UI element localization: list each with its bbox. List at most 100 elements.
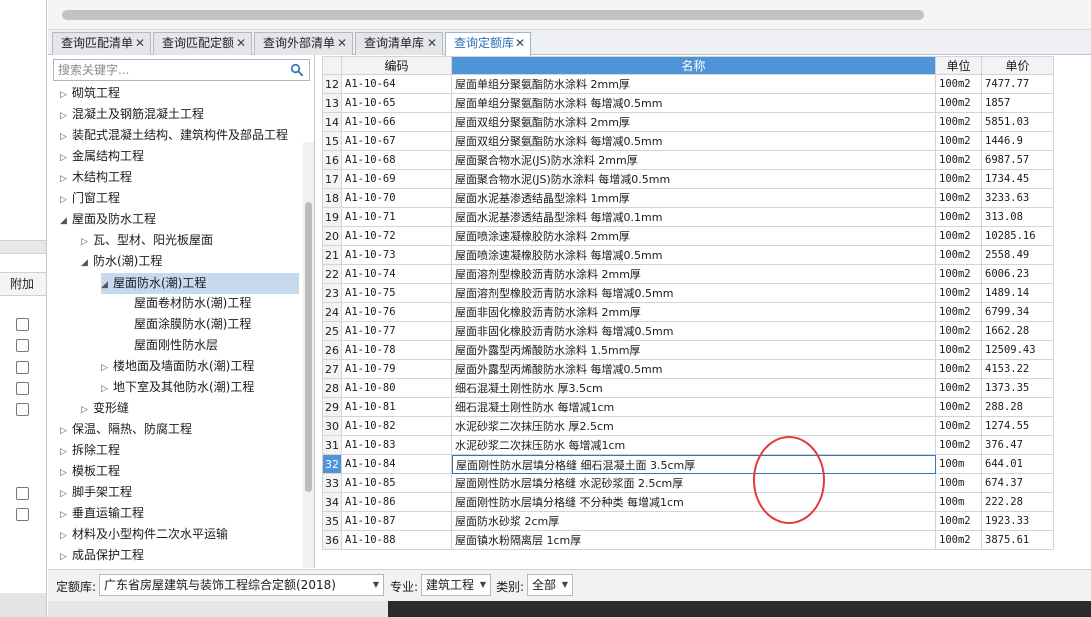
table-row[interactable]: 33 A1-10-85 屋面刚性防水层填分格缝 水泥砂浆面 2.5cm厚 100m 67… [322,474,1054,493]
unit-cell[interactable]: 100m2 [936,512,982,531]
unit-cell[interactable]: 100m2 [936,132,982,151]
quota-library-select[interactable]: 广东省房屋建筑与装饰工程综合定额(2018) ▼ [99,574,384,596]
code-cell[interactable]: A1-10-77 [342,322,452,341]
row-number[interactable]: 22 [322,265,342,284]
code-cell[interactable]: A1-10-74 [342,265,452,284]
tree-item-metal[interactable]: ▷ 金属结构工程 [60,146,144,167]
close-icon[interactable]: ✕ [515,33,525,54]
table-row[interactable]: 25 A1-10-77 屋面非固化橡胶沥青防水涂料 每增减0.5mm 100m2 166… [322,322,1054,341]
tree-item-roof-membrane[interactable]: 屋面卷材防水(潮)工程 [134,293,251,314]
row-number[interactable]: 25 [322,322,342,341]
name-cell[interactable]: 细石混凝土刚性防水 厚3.5cm [452,379,936,398]
row-number[interactable]: 31 [322,436,342,455]
unit-cell[interactable]: 100m2 [936,265,982,284]
code-cell[interactable]: A1-10-86 [342,493,452,512]
category-select[interactable]: 全部 ▼ [527,574,573,596]
unit-cell[interactable]: 100m2 [936,398,982,417]
price-cell[interactable]: 1489.14 [982,284,1054,303]
tree-item-basement-waterproof[interactable]: ▷ 地下室及其他防水(潮)工程 [101,377,254,398]
tree-item-roof-waterproofing[interactable]: ◢ 屋面防水(潮)工程 [101,273,299,294]
unit-cell[interactable]: 100m2 [936,189,982,208]
tree-arrow-icon[interactable]: ▷ [60,547,72,568]
unit-cell[interactable]: 100m2 [936,379,982,398]
addon-checkbox[interactable] [16,361,29,374]
unit-cell[interactable]: 100m2 [936,417,982,436]
code-cell[interactable]: A1-10-68 [342,151,452,170]
row-number[interactable]: 30 [322,417,342,436]
search-input[interactable] [54,60,284,80]
price-cell[interactable]: 5851.03 [982,113,1054,132]
tree-item-scaffolding[interactable]: ▷ 脚手架工程 [60,482,132,503]
tab-query-matching-quota[interactable]: 查询匹配定额 ✕ [153,32,252,55]
tree-item-masonry[interactable]: ▷ 砌筑工程 [60,83,120,104]
unit-cell[interactable]: 100m [936,474,982,493]
table-row[interactable]: 31 A1-10-83 水泥砂浆二次抹压防水 每增减1cm 100m2 376.47 [322,436,1054,455]
tree-arrow-icon[interactable]: ▷ [60,526,72,547]
unit-cell[interactable]: 100m2 [936,341,982,360]
tree-item-horizontal-transport[interactable]: ▷ 材料及小型构件二次水平运输 [60,524,228,545]
header-name[interactable]: 名称 [452,56,936,75]
code-cell[interactable]: A1-10-69 [342,170,452,189]
search-icon[interactable] [290,63,304,77]
row-number[interactable]: 15 [322,132,342,151]
name-cell[interactable]: 屋面刚性防水层填分格缝 细石混凝土面 3.5cm厚 [452,455,936,474]
tree-item-concrete[interactable]: ▷ 混凝土及钢筋混凝土工程 [60,104,204,125]
price-cell[interactable]: 644.01 [982,455,1054,474]
name-cell[interactable]: 屋面非固化橡胶沥青防水涂料 每增减0.5mm [452,322,936,341]
name-cell[interactable]: 屋面溶剂型橡胶沥青防水涂料 2mm厚 [452,265,936,284]
code-cell[interactable]: A1-10-70 [342,189,452,208]
table-row[interactable]: 12 A1-10-64 屋面单组分聚氨酯防水涂料 2mm厚 100m2 7477.77 [322,75,1054,94]
tree-arrow-icon[interactable]: ▷ [60,190,72,211]
row-number[interactable]: 12 [322,75,342,94]
major-select[interactable]: 建筑工程 ▼ [421,574,491,596]
tab-query-quota-library[interactable]: 查询定额库 ✕ [445,32,531,56]
unit-cell[interactable]: 100m2 [936,303,982,322]
horizontal-scrollbar-thumb[interactable] [62,10,924,20]
name-cell[interactable]: 屋面聚合物水泥(JS)防水涂料 每增减0.5mm [452,170,936,189]
tree-arrow-icon[interactable]: ▷ [60,421,72,442]
tree-item-doors-windows[interactable]: ▷ 门窗工程 [60,188,120,209]
price-cell[interactable]: 12509.43 [982,341,1054,360]
table-row[interactable]: 18 A1-10-70 屋面水泥基渗透结晶型涂料 1mm厚 100m2 3233.63 [322,189,1054,208]
tree-item-waterproofing[interactable]: ◢ 防水(潮)工程 [81,251,162,272]
row-number[interactable]: 17 [322,170,342,189]
row-number[interactable]: 26 [322,341,342,360]
tree-arrow-icon[interactable]: ▷ [101,379,113,400]
tree-arrow-icon[interactable]: ▷ [60,169,72,190]
tree-item-roof-waterproof[interactable]: ◢ 屋面及防水工程 [60,209,156,230]
name-cell[interactable]: 屋面双组分聚氨酯防水涂料 每增减0.5mm [452,132,936,151]
price-cell[interactable]: 288.28 [982,398,1054,417]
addon-checkbox[interactable] [16,318,29,331]
tree-arrow-icon[interactable]: ▷ [60,127,72,148]
table-row[interactable]: 15 A1-10-67 屋面双组分聚氨酯防水涂料 每增减0.5mm 100m2 1446… [322,132,1054,151]
addon-checkbox[interactable] [16,508,29,521]
tab-query-external-list[interactable]: 查询外部清单 ✕ [254,32,353,55]
name-cell[interactable]: 屋面刚性防水层填分格缝 水泥砂浆面 2.5cm厚 [452,474,936,493]
price-cell[interactable]: 1373.35 [982,379,1054,398]
tree-item-timber[interactable]: ▷ 木结构工程 [60,167,132,188]
unit-cell[interactable]: 100m2 [936,436,982,455]
tree-vertical-scrollbar[interactable] [303,142,314,568]
tree-item-prefab[interactable]: ▷ 装配式混凝土结构、建筑构件及部品工程 [60,125,288,146]
unit-cell[interactable]: 100m [936,493,982,512]
tree-arrow-icon[interactable]: ▷ [101,358,113,379]
name-cell[interactable]: 屋面水泥基渗透结晶型涂料 每增减0.1mm [452,208,936,227]
unit-cell[interactable]: 100m2 [936,227,982,246]
row-number[interactable]: 19 [322,208,342,227]
price-cell[interactable]: 4153.22 [982,360,1054,379]
table-row[interactable]: 32 A1-10-84 屋面刚性防水层填分格缝 细石混凝土面 3.5cm厚 100m 6… [322,455,1054,474]
table-row[interactable]: 21 A1-10-73 屋面喷涂速凝橡胶防水涂料 每增减0.5mm 100m2 2558… [322,246,1054,265]
header-price[interactable]: 单价 [982,56,1054,75]
price-cell[interactable]: 1274.55 [982,417,1054,436]
row-number[interactable]: 36 [322,531,342,550]
addon-checkbox[interactable] [16,339,29,352]
name-cell[interactable]: 屋面外露型丙烯酸防水涂料 1.5mm厚 [452,341,936,360]
price-cell[interactable]: 6799.34 [982,303,1054,322]
price-cell[interactable]: 2558.49 [982,246,1054,265]
price-cell[interactable]: 1446.9 [982,132,1054,151]
name-cell[interactable]: 屋面溶剂型橡胶沥青防水涂料 每增减0.5mm [452,284,936,303]
unit-cell[interactable]: 100m2 [936,113,982,132]
price-cell[interactable]: 6987.57 [982,151,1054,170]
scrollbar-thumb[interactable] [305,202,312,492]
tree-arrow-icon[interactable]: ▷ [60,148,72,169]
